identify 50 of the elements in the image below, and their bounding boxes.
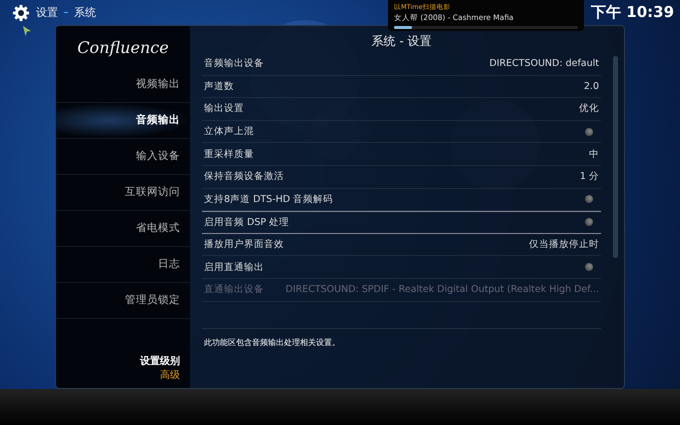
setting-label: 播放用户界面音效 bbox=[204, 238, 284, 252]
setting-label: 直通输出设备 bbox=[204, 283, 264, 296]
setting-row[interactable]: 声道数 2.0 bbox=[202, 76, 601, 98]
setting-row[interactable]: 音频输出设备 DIRECTSOUND: default bbox=[202, 53, 601, 76]
toggle-indicator[interactable] bbox=[585, 263, 593, 272]
setting-label: 保持音频设备激活 bbox=[204, 170, 284, 184]
description-text: 此功能区包含音频输出处理相关设置。 bbox=[202, 328, 601, 388]
setting-label: 重采样质量 bbox=[204, 148, 254, 161]
settings-icon bbox=[12, 4, 30, 22]
setting-row[interactable]: 保持音频设备激活 1 分 bbox=[202, 166, 601, 189]
clock: 下午 10:39 bbox=[591, 3, 674, 22]
sidebar-item[interactable]: 互联网访问 bbox=[56, 175, 190, 211]
setting-row[interactable]: 支持8声道 DTS-HD 音频解码 bbox=[202, 188, 601, 212]
setting-row[interactable]: 立体声上混 bbox=[202, 120, 601, 144]
panel-title: 系统 - 设置 bbox=[372, 33, 432, 50]
setting-value: 中 bbox=[589, 148, 599, 161]
setting-value: 仅当播放停止时 bbox=[529, 238, 599, 252]
setting-row[interactable]: 播放用户界面音效 仅当播放停止时 bbox=[202, 234, 601, 256]
setting-label: 立体声上混 bbox=[204, 125, 254, 138]
sidebar-item[interactable]: 省电模式 bbox=[56, 211, 190, 247]
setting-row[interactable]: 启用直通输出 bbox=[202, 256, 601, 279]
setting-label: 启用直通输出 bbox=[204, 260, 264, 274]
sidebar-item[interactable]: 视频输出 bbox=[56, 67, 190, 103]
sidebar-item[interactable]: 输入设备 bbox=[56, 139, 190, 175]
logo: Confluence bbox=[76, 37, 170, 59]
sidebar-item[interactable]: 管理员锁定 bbox=[56, 283, 190, 319]
setting-label: 支持8声道 DTS-HD 音频解码 bbox=[204, 192, 334, 206]
setting-row[interactable]: 重采样质量 中 bbox=[202, 143, 601, 166]
toggle-indicator[interactable] bbox=[585, 128, 593, 136]
setting-value: 1 分 bbox=[580, 170, 599, 184]
breadcrumb-section: 系统 bbox=[74, 5, 96, 20]
setting-label: 输出设置 bbox=[204, 102, 244, 116]
setting-value: DIRECTSOUND: default bbox=[489, 58, 599, 70]
sidebar-item[interactable]: 音频输出 bbox=[56, 103, 190, 139]
setting-label: 启用音频 DSP 处理 bbox=[204, 216, 290, 229]
setting-label: 声道数 bbox=[204, 80, 234, 93]
setting-label: 音频输出设备 bbox=[204, 57, 264, 70]
setting-value: 优化 bbox=[579, 102, 599, 116]
setting-value: 2.0 bbox=[584, 80, 599, 92]
sidebar-item[interactable]: 日志 bbox=[56, 247, 190, 283]
toggle-indicator[interactable] bbox=[585, 218, 593, 226]
cursor-icon bbox=[22, 25, 32, 37]
scrollbar[interactable] bbox=[613, 56, 618, 258]
setting-row[interactable]: 输出设置 优化 bbox=[202, 98, 601, 121]
settings-level-value[interactable]: 高级 bbox=[56, 368, 190, 382]
settings-level-label: 设置级别 bbox=[138, 354, 181, 368]
breadcrumb-title: 设置 bbox=[36, 5, 58, 20]
setting-row[interactable]: 启用音频 DSP 处理 bbox=[202, 211, 601, 234]
toggle-indicator[interactable] bbox=[585, 195, 593, 204]
setting-value: DIRECTSOUND: SPDIF - Realtek Digital Output (Realtek High Def... bbox=[286, 284, 599, 296]
